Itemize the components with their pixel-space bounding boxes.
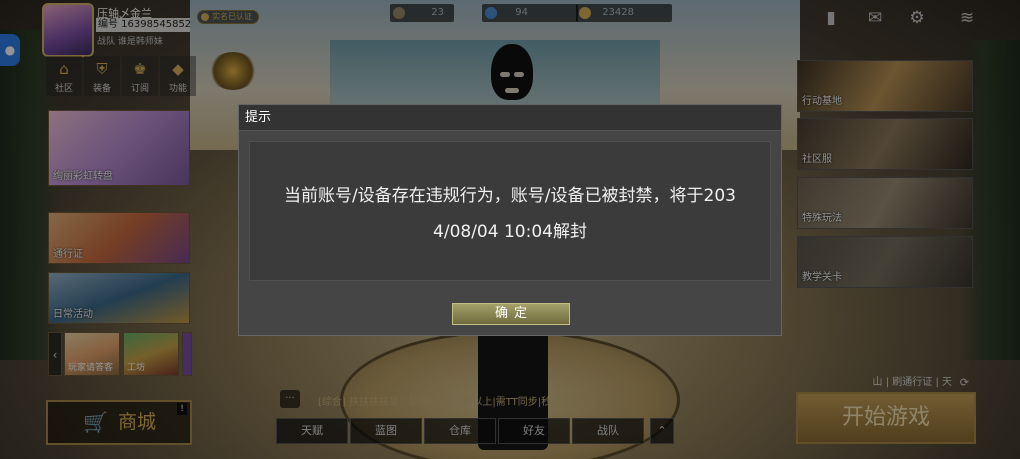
confirm-button[interactable]: 确定 bbox=[452, 303, 570, 325]
dialog-message-line-1: 当前账号/设备存在违规行为，账号/设备已被封禁，将于203 bbox=[284, 186, 736, 206]
dialog-title: 提示 bbox=[239, 105, 781, 131]
ban-notice-dialog: 提示 当前账号/设备存在违规行为，账号/设备已被封禁，将于203 4/08/04… bbox=[238, 104, 782, 336]
dialog-message: 当前账号/设备存在违规行为，账号/设备已被封禁，将于203 4/08/04 10… bbox=[250, 178, 770, 250]
dialog-body: 当前账号/设备存在违规行为，账号/设备已被封禁，将于203 4/08/04 10… bbox=[249, 141, 771, 281]
dialog-message-line-2: 4/08/04 10:04解封 bbox=[433, 222, 587, 242]
